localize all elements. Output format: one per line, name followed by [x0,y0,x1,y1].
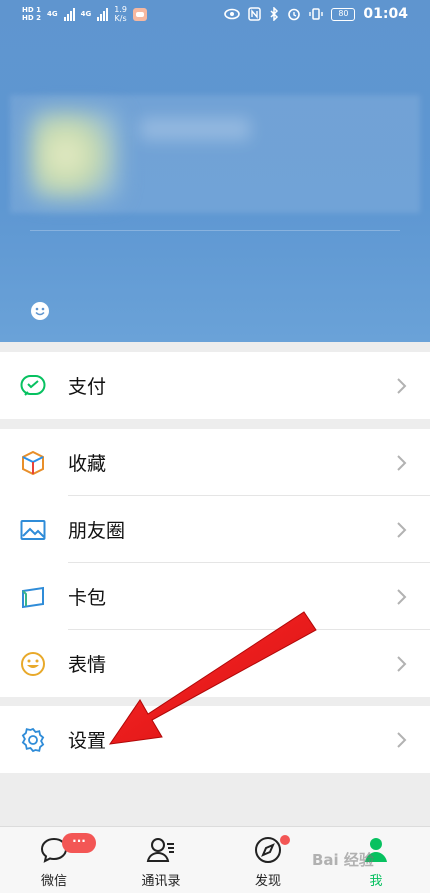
menu-item-pay[interactable]: 支付 [0,352,430,419]
hd2-label: HD 2 [22,14,41,22]
notification-dot [280,835,290,845]
vibrate-icon [309,8,324,20]
features-section: 收藏 朋友圈 卡包 表情 [0,429,430,697]
hd-indicator: HD 1 HD 2 [22,6,41,22]
cube-icon [22,450,44,476]
tab-discover[interactable]: 发现 [214,827,322,893]
menu-item-settings[interactable]: 设置 [0,706,430,773]
avatar[interactable] [30,110,120,200]
menu-label-pay: 支付 [68,376,107,398]
battery-icon: 80 [331,7,356,21]
smiley-icon [21,652,45,676]
tab-contacts[interactable]: 通讯录 [107,827,215,893]
chevron-right-icon [397,377,407,394]
menu-label-cards: 卡包 [68,587,107,609]
settings-section: 设置 [0,706,430,773]
menu-item-cards[interactable]: 卡包 [0,563,430,630]
chevron-right-icon [397,731,407,748]
status-bar: HD 1 HD 2 4G 4G 1.9 K/s 80 01:04 [0,0,430,32]
nfc-icon [248,7,262,21]
bottom-tab-bar: ··· 微信 通讯录 发现 我 Bai 经验 [0,826,430,893]
bluetooth-icon [270,7,279,21]
menu-label-settings: 设置 [68,730,107,752]
menu-label-stickers: 表情 [68,654,107,676]
status-right: 80 01:04 [224,6,408,22]
chevron-right-icon [397,588,407,605]
profile-header[interactable]: HD 1 HD 2 4G 4G 1.9 K/s 80 01:04 [0,0,430,342]
speed-value: 1.9 [114,5,127,14]
status-time: 01:04 [363,6,408,22]
wechat-pay-icon [20,375,46,396]
picture-icon [20,520,46,540]
tab-label-me: 我 [369,874,383,889]
speed-unit: K/s [114,14,127,23]
message-notification-icon [132,7,147,21]
tab-label-chats: 微信 [40,874,67,889]
blurred-nickname [140,118,250,140]
hd1-label: HD 1 [22,6,41,14]
unread-badge: ··· [62,833,96,853]
contacts-icon [146,838,174,862]
alarm-icon [288,8,301,21]
pay-section: 支付 [0,352,430,419]
menu-item-favorites[interactable]: 收藏 [0,429,430,496]
tab-chats[interactable]: ··· 微信 [0,827,108,893]
tab-label-discover: 发现 [254,874,281,889]
menu-item-moments[interactable]: 朋友圈 [0,496,430,563]
signal-icon [63,7,75,21]
chevron-right-icon [397,521,407,538]
menu-label-moments: 朋友圈 [68,520,126,542]
chevron-right-icon [397,454,407,471]
menu-label-favorites: 收藏 [68,453,107,475]
header-divider [30,230,400,231]
network-type-2: 4G [80,10,92,18]
eye-icon [224,8,241,20]
menu-item-stickers[interactable]: 表情 [0,630,430,697]
compass-icon [255,837,281,863]
status-smiley-icon[interactable] [30,301,50,321]
status-left: HD 1 HD 2 4G 4G 1.9 K/s [22,5,147,23]
tab-label-contacts: 通讯录 [141,874,181,889]
chevron-right-icon [397,655,407,672]
network-type-1: 4G [46,10,58,18]
network-speed: 1.9 K/s [114,5,127,23]
gear-icon [21,727,45,753]
watermark: Bai 经验 [312,851,374,869]
signal-icon-2 [97,7,109,21]
card-icon [22,586,44,609]
